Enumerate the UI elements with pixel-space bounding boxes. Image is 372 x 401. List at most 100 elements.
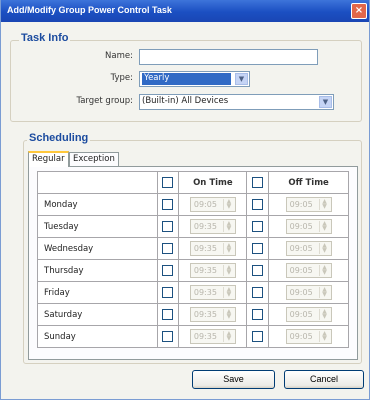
on-time-cell: 09:35 ▲ ▼ (178, 303, 248, 326)
off-checkbox[interactable] (252, 265, 264, 276)
off-checkbox-cell (246, 325, 270, 348)
close-button[interactable]: × (351, 3, 367, 19)
off-time-spinner[interactable]: 09:05 ▲ ▼ (285, 307, 332, 322)
spinner-arrows-icon[interactable]: ▲ ▼ (222, 287, 234, 298)
off-checkbox[interactable] (252, 287, 264, 298)
spinner-arrows-icon[interactable]: ▲ ▼ (318, 287, 330, 298)
tab-regular[interactable]: Regular (28, 151, 69, 167)
off-checkbox[interactable] (252, 309, 264, 320)
task-info-legend: Task Info (19, 32, 71, 44)
on-time-spinner[interactable]: 09:35 ▲ ▼ (189, 219, 236, 234)
off-time-spinner[interactable]: 09:05 ▲ ▼ (285, 241, 332, 256)
spinner-arrows-icon[interactable]: ▲ ▼ (318, 309, 330, 320)
spinner-arrows-icon[interactable]: ▲ ▼ (222, 221, 234, 232)
tab-exception[interactable]: Exception (69, 152, 119, 166)
on-checkbox[interactable] (162, 221, 174, 232)
on-time-cell: 09:35 ▲ ▼ (178, 215, 248, 238)
type-select[interactable]: Yearly ▼ (139, 71, 250, 87)
on-checkbox[interactable] (162, 243, 174, 254)
off-checkbox[interactable] (252, 243, 264, 254)
table-row: Saturday 09:35 ▲ ▼ 09:05 ▲ ▼ (37, 303, 349, 326)
table-row: Sunday 09:35 ▲ ▼ 09:05 ▲ ▼ (37, 325, 349, 348)
off-select-all-cell (246, 171, 270, 194)
off-time-cell: 09:05 ▲ ▼ (268, 237, 349, 260)
off-time-spinner[interactable]: 09:05 ▲ ▼ (285, 219, 332, 234)
on-checkbox[interactable] (162, 331, 174, 342)
on-time-spinner[interactable]: 09:35 ▲ ▼ (189, 241, 236, 256)
target-group-value: (Built-in) All Devices (142, 96, 229, 106)
off-time-cell: 09:05 ▲ ▼ (268, 259, 349, 282)
table-row: Friday 09:35 ▲ ▼ 09:05 ▲ ▼ (37, 281, 349, 304)
target-group-label: Target group: (76, 96, 133, 106)
on-time-value: 09:35 (193, 244, 217, 253)
save-button[interactable]: Save (192, 370, 275, 389)
day-label: Monday (37, 193, 158, 216)
chevron-down-icon[interactable]: ▼ (235, 73, 248, 85)
spinner-arrows-icon[interactable]: ▲ ▼ (222, 331, 234, 342)
off-time-spinner[interactable]: 09:05 ▲ ▼ (285, 197, 332, 212)
tab-exception-label: Exception (73, 154, 115, 164)
on-time-spinner[interactable]: 09:35 ▲ ▼ (189, 329, 236, 344)
on-time-spinner[interactable]: 09:05 ▲ ▼ (189, 197, 236, 212)
day-label: Thursday (37, 259, 158, 282)
on-checkbox[interactable] (162, 287, 174, 298)
off-select-all-checkbox[interactable] (252, 177, 264, 188)
off-time-cell: 09:05 ▲ ▼ (268, 193, 349, 216)
day-label: Sunday (37, 325, 158, 348)
off-time-cell: 09:05 ▲ ▼ (268, 303, 349, 326)
off-time-value: 09:05 (289, 332, 313, 341)
spinner-arrows-icon[interactable]: ▲ ▼ (222, 199, 234, 210)
on-checkbox-cell (156, 281, 180, 304)
off-checkbox-cell (246, 259, 270, 282)
dialog-window: Add/Modify Group Power Control Task × Ta… (0, 0, 370, 400)
on-time-spinner[interactable]: 09:35 ▲ ▼ (189, 263, 236, 278)
spinner-arrows-icon[interactable]: ▲ ▼ (318, 199, 330, 210)
off-time-value: 09:05 (289, 288, 313, 297)
off-checkbox[interactable] (252, 221, 264, 232)
spinner-arrows-icon[interactable]: ▲ ▼ (318, 265, 330, 276)
off-time-spinner[interactable]: 09:05 ▲ ▼ (285, 329, 332, 344)
table-header-row: On Time Off Time (37, 171, 349, 194)
on-time-cell: 09:35 ▲ ▼ (178, 281, 248, 304)
name-input[interactable] (139, 49, 318, 65)
on-time-spinner[interactable]: 09:35 ▲ ▼ (189, 307, 236, 322)
spinner-arrows-icon[interactable]: ▲ ▼ (222, 309, 234, 320)
spinner-arrows-icon[interactable]: ▲ ▼ (318, 243, 330, 254)
chevron-down-icon[interactable]: ▼ (319, 96, 332, 108)
spinner-arrows-icon[interactable]: ▲ ▼ (318, 331, 330, 342)
off-time-spinner[interactable]: 09:05 ▲ ▼ (285, 285, 332, 300)
target-group-select[interactable]: (Built-in) All Devices ▼ (139, 94, 334, 110)
schedule-table: On Time Off Time Monday 09:05 ▲ ▼ 09:05 ▲ ▼ … (37, 171, 349, 348)
on-checkbox[interactable] (162, 309, 174, 320)
off-time-header: Off Time (268, 171, 349, 194)
on-select-all-cell (156, 171, 180, 194)
off-checkbox-cell (246, 237, 270, 260)
on-time-value: 09:35 (193, 310, 217, 319)
spinner-arrows-icon[interactable]: ▲ ▼ (318, 221, 330, 232)
spinner-arrows-icon[interactable]: ▲ ▼ (222, 243, 234, 254)
spinner-arrows-icon[interactable]: ▲ ▼ (222, 265, 234, 276)
day-label: Wednesday (37, 237, 158, 260)
off-time-spinner[interactable]: 09:05 ▲ ▼ (285, 263, 332, 278)
on-time-value: 09:35 (193, 222, 217, 231)
on-time-value: 09:35 (193, 266, 217, 275)
off-time-value: 09:05 (289, 266, 313, 275)
on-checkbox-cell (156, 325, 180, 348)
type-select-value: Yearly (142, 73, 231, 85)
off-checkbox[interactable] (252, 331, 264, 342)
cancel-button[interactable]: Cancel (284, 370, 364, 389)
title-bar[interactable]: Add/Modify Group Power Control Task × (1, 0, 369, 22)
off-checkbox[interactable] (252, 199, 264, 210)
on-checkbox[interactable] (162, 265, 174, 276)
day-label: Tuesday (37, 215, 158, 238)
on-select-all-checkbox[interactable] (162, 177, 174, 188)
table-row: Wednesday 09:35 ▲ ▼ 09:05 ▲ ▼ (37, 237, 349, 260)
on-time-spinner[interactable]: 09:35 ▲ ▼ (189, 285, 236, 300)
on-checkbox[interactable] (162, 199, 174, 210)
off-checkbox-cell (246, 303, 270, 326)
on-time-cell: 09:05 ▲ ▼ (178, 193, 248, 216)
table-row: Monday 09:05 ▲ ▼ 09:05 ▲ ▼ (37, 193, 349, 216)
off-time-value: 09:05 (289, 310, 313, 319)
on-time-cell: 09:35 ▲ ▼ (178, 325, 248, 348)
on-time-value: 09:35 (193, 332, 217, 341)
